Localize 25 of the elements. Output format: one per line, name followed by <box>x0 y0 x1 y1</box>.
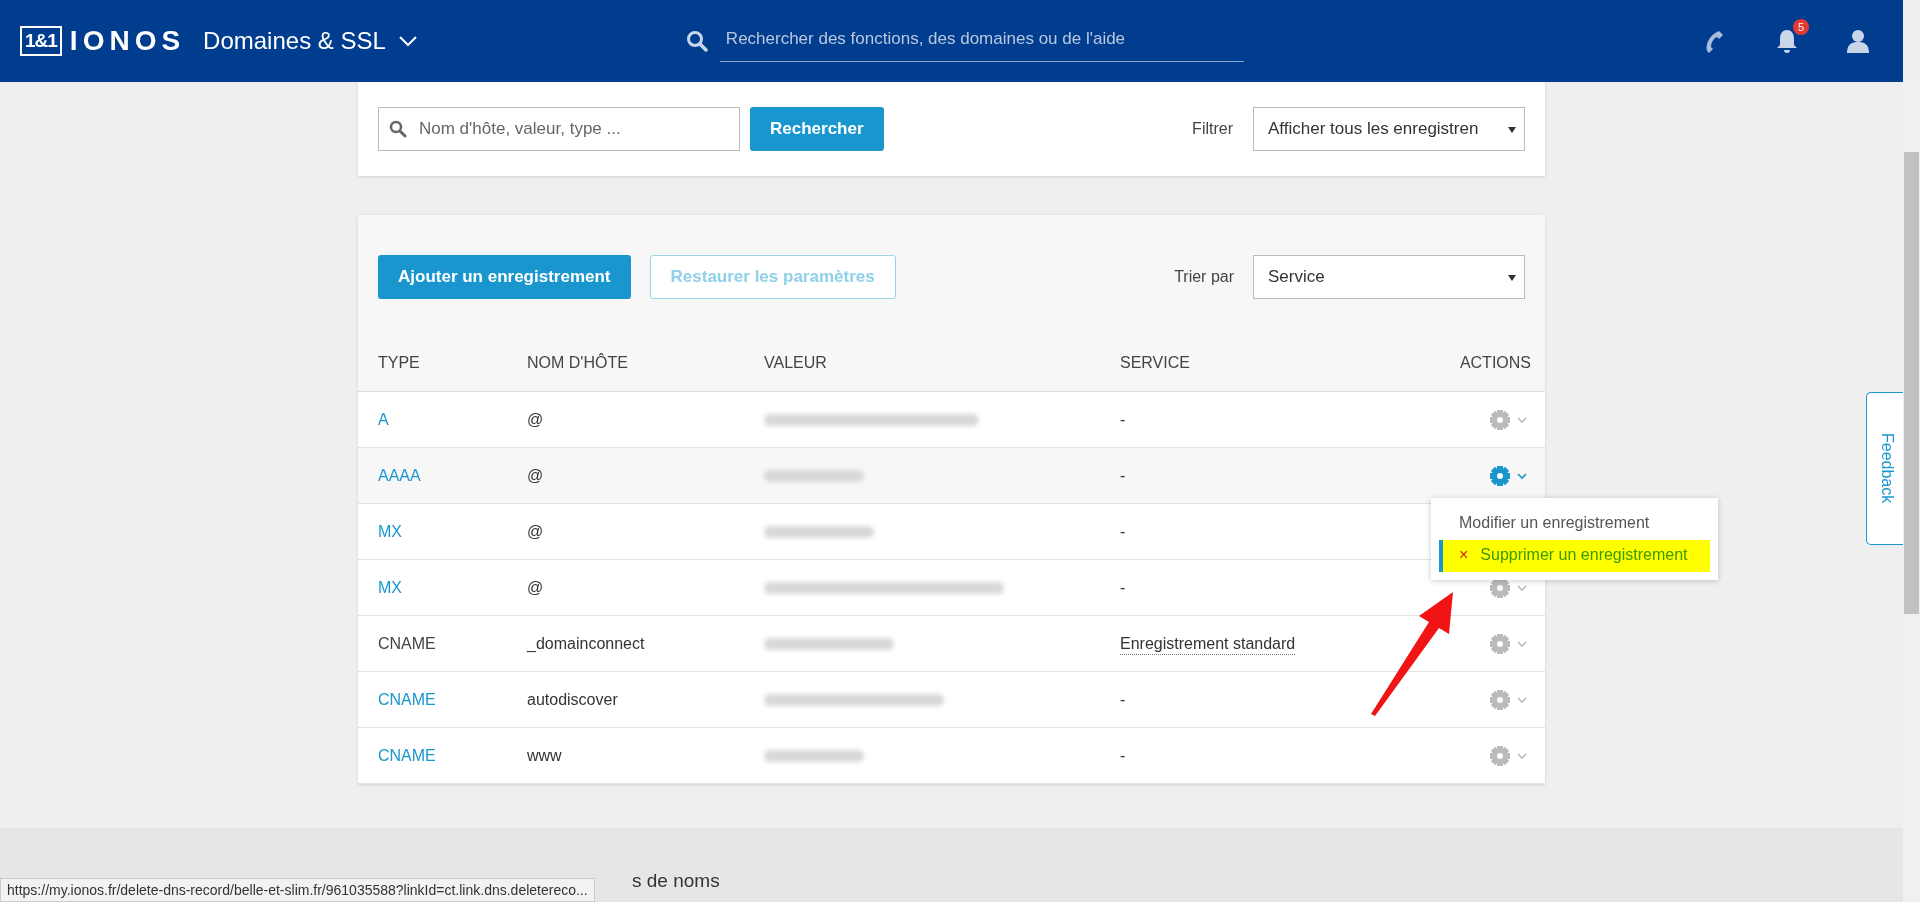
filter-label: Filtrer <box>1192 120 1233 138</box>
footer-heading: s de noms <box>632 870 720 892</box>
column-header: VALEUR <box>764 354 828 372</box>
service-cell: - <box>1120 746 1126 764</box>
host-cell: @ <box>527 522 544 540</box>
service-cell: - <box>1120 690 1126 708</box>
column-header: TYPE <box>377 354 421 372</box>
service-cell: - <box>1120 578 1126 596</box>
service-cell: - <box>1120 410 1126 428</box>
host-cell: www <box>527 746 562 764</box>
service-cell: Enregistrement standard <box>1120 634 1296 655</box>
column-header: ACTIONS <box>1458 354 1532 372</box>
notification-count: 5 <box>1793 19 1809 35</box>
service-cell: - <box>1120 466 1126 484</box>
status-url: https://my.ionos.fr/delete-dns-record/belle-et-slim.fr/961035588?linkId=ct.link.dns.deletereco... <box>0 878 595 902</box>
column-header: SERVICE <box>1120 354 1191 372</box>
host-cell: @ <box>527 578 544 596</box>
record-type: CNAME <box>378 634 436 652</box>
host-cell: autodiscover <box>527 690 618 708</box>
sort-label: Trier par <box>1174 268 1234 286</box>
host-cell: @ <box>527 410 544 428</box>
host-cell: _domainconnect <box>527 634 645 652</box>
service-cell: - <box>1120 522 1126 540</box>
column-header: NOM D'HÔTE <box>527 354 629 372</box>
host-cell: @ <box>527 466 544 484</box>
